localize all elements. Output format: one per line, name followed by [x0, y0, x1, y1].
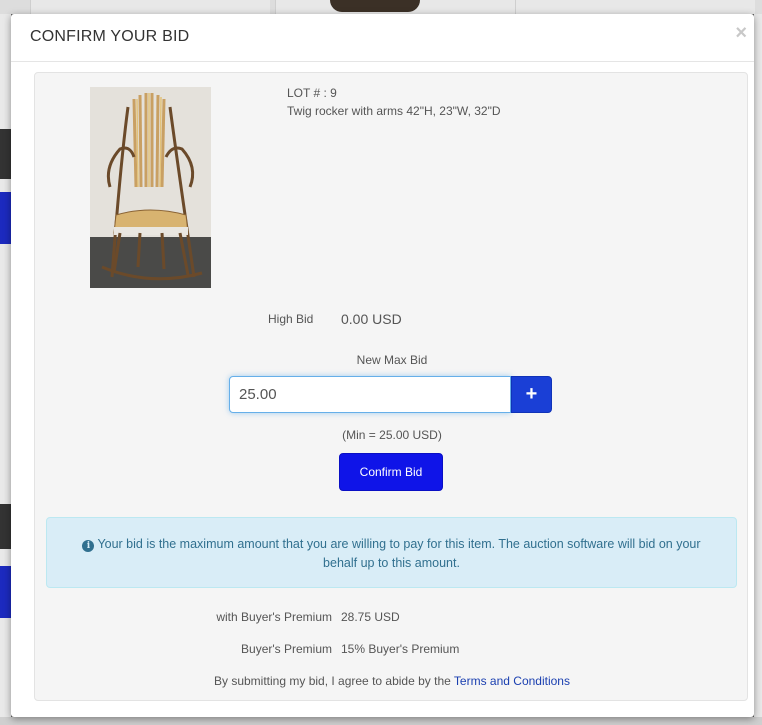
modal-title: CONFIRM YOUR BID — [30, 28, 190, 45]
max-bid-input[interactable] — [229, 376, 511, 413]
lot-description: Twig rocker with arms 42"H, 23"W, 32"D — [287, 104, 501, 118]
terms-agreement: By submitting my bid, I agree to abide b… — [35, 674, 749, 688]
high-bid-label: High Bid — [268, 312, 314, 326]
info-icon: i — [82, 540, 95, 552]
terms-link[interactable]: Terms and Conditions — [454, 674, 570, 688]
new-max-bid-label: New Max Bid — [356, 353, 428, 367]
info-text: Your bid is the maximum amount that you … — [97, 537, 701, 570]
background-fragment — [0, 192, 11, 244]
background-strip — [515, 0, 755, 14]
background-page-bottom — [0, 717, 762, 725]
lot-number: LOT # : 9 — [287, 86, 337, 100]
close-icon[interactable]: × — [735, 22, 747, 45]
with-buyers-premium-value: 28.75 USD — [341, 610, 400, 624]
increase-bid-button[interactable]: + — [511, 376, 552, 413]
with-buyers-premium-label: with Buyer's Premium — [216, 610, 332, 624]
confirm-bid-button[interactable]: Confirm Bid — [339, 453, 443, 491]
buyers-premium-label: Buyer's Premium — [241, 642, 332, 656]
background-fragment — [0, 129, 11, 179]
background-image-fragment — [330, 0, 420, 12]
background-strip — [30, 0, 270, 14]
background-page-right — [754, 14, 762, 725]
lot-image — [90, 87, 211, 288]
rocker-chair-image — [90, 87, 211, 288]
background-fragment — [0, 504, 11, 549]
min-bid-note: (Min = 25.00 USD) — [342, 428, 442, 442]
info-alert: i Your bid is the maximum amount that you… — [46, 517, 737, 588]
high-bid-value: 0.00 USD — [341, 311, 402, 327]
background-fragment — [0, 566, 11, 618]
bid-panel: LOT # : 9 Twig rocker with arms 42"H, 23… — [34, 72, 748, 701]
terms-prefix: By submitting my bid, I agree to abide b… — [214, 674, 454, 688]
plus-icon: + — [525, 383, 538, 405]
background-page-left — [0, 14, 11, 725]
background-page-top — [0, 0, 762, 14]
modal-header: CONFIRM YOUR BID × — [11, 14, 754, 62]
buyers-premium-value: 15% Buyer's Premium — [341, 642, 460, 656]
confirm-bid-modal: CONFIRM YOUR BID × LOT #: 9 Twig rocker… — [11, 14, 754, 717]
